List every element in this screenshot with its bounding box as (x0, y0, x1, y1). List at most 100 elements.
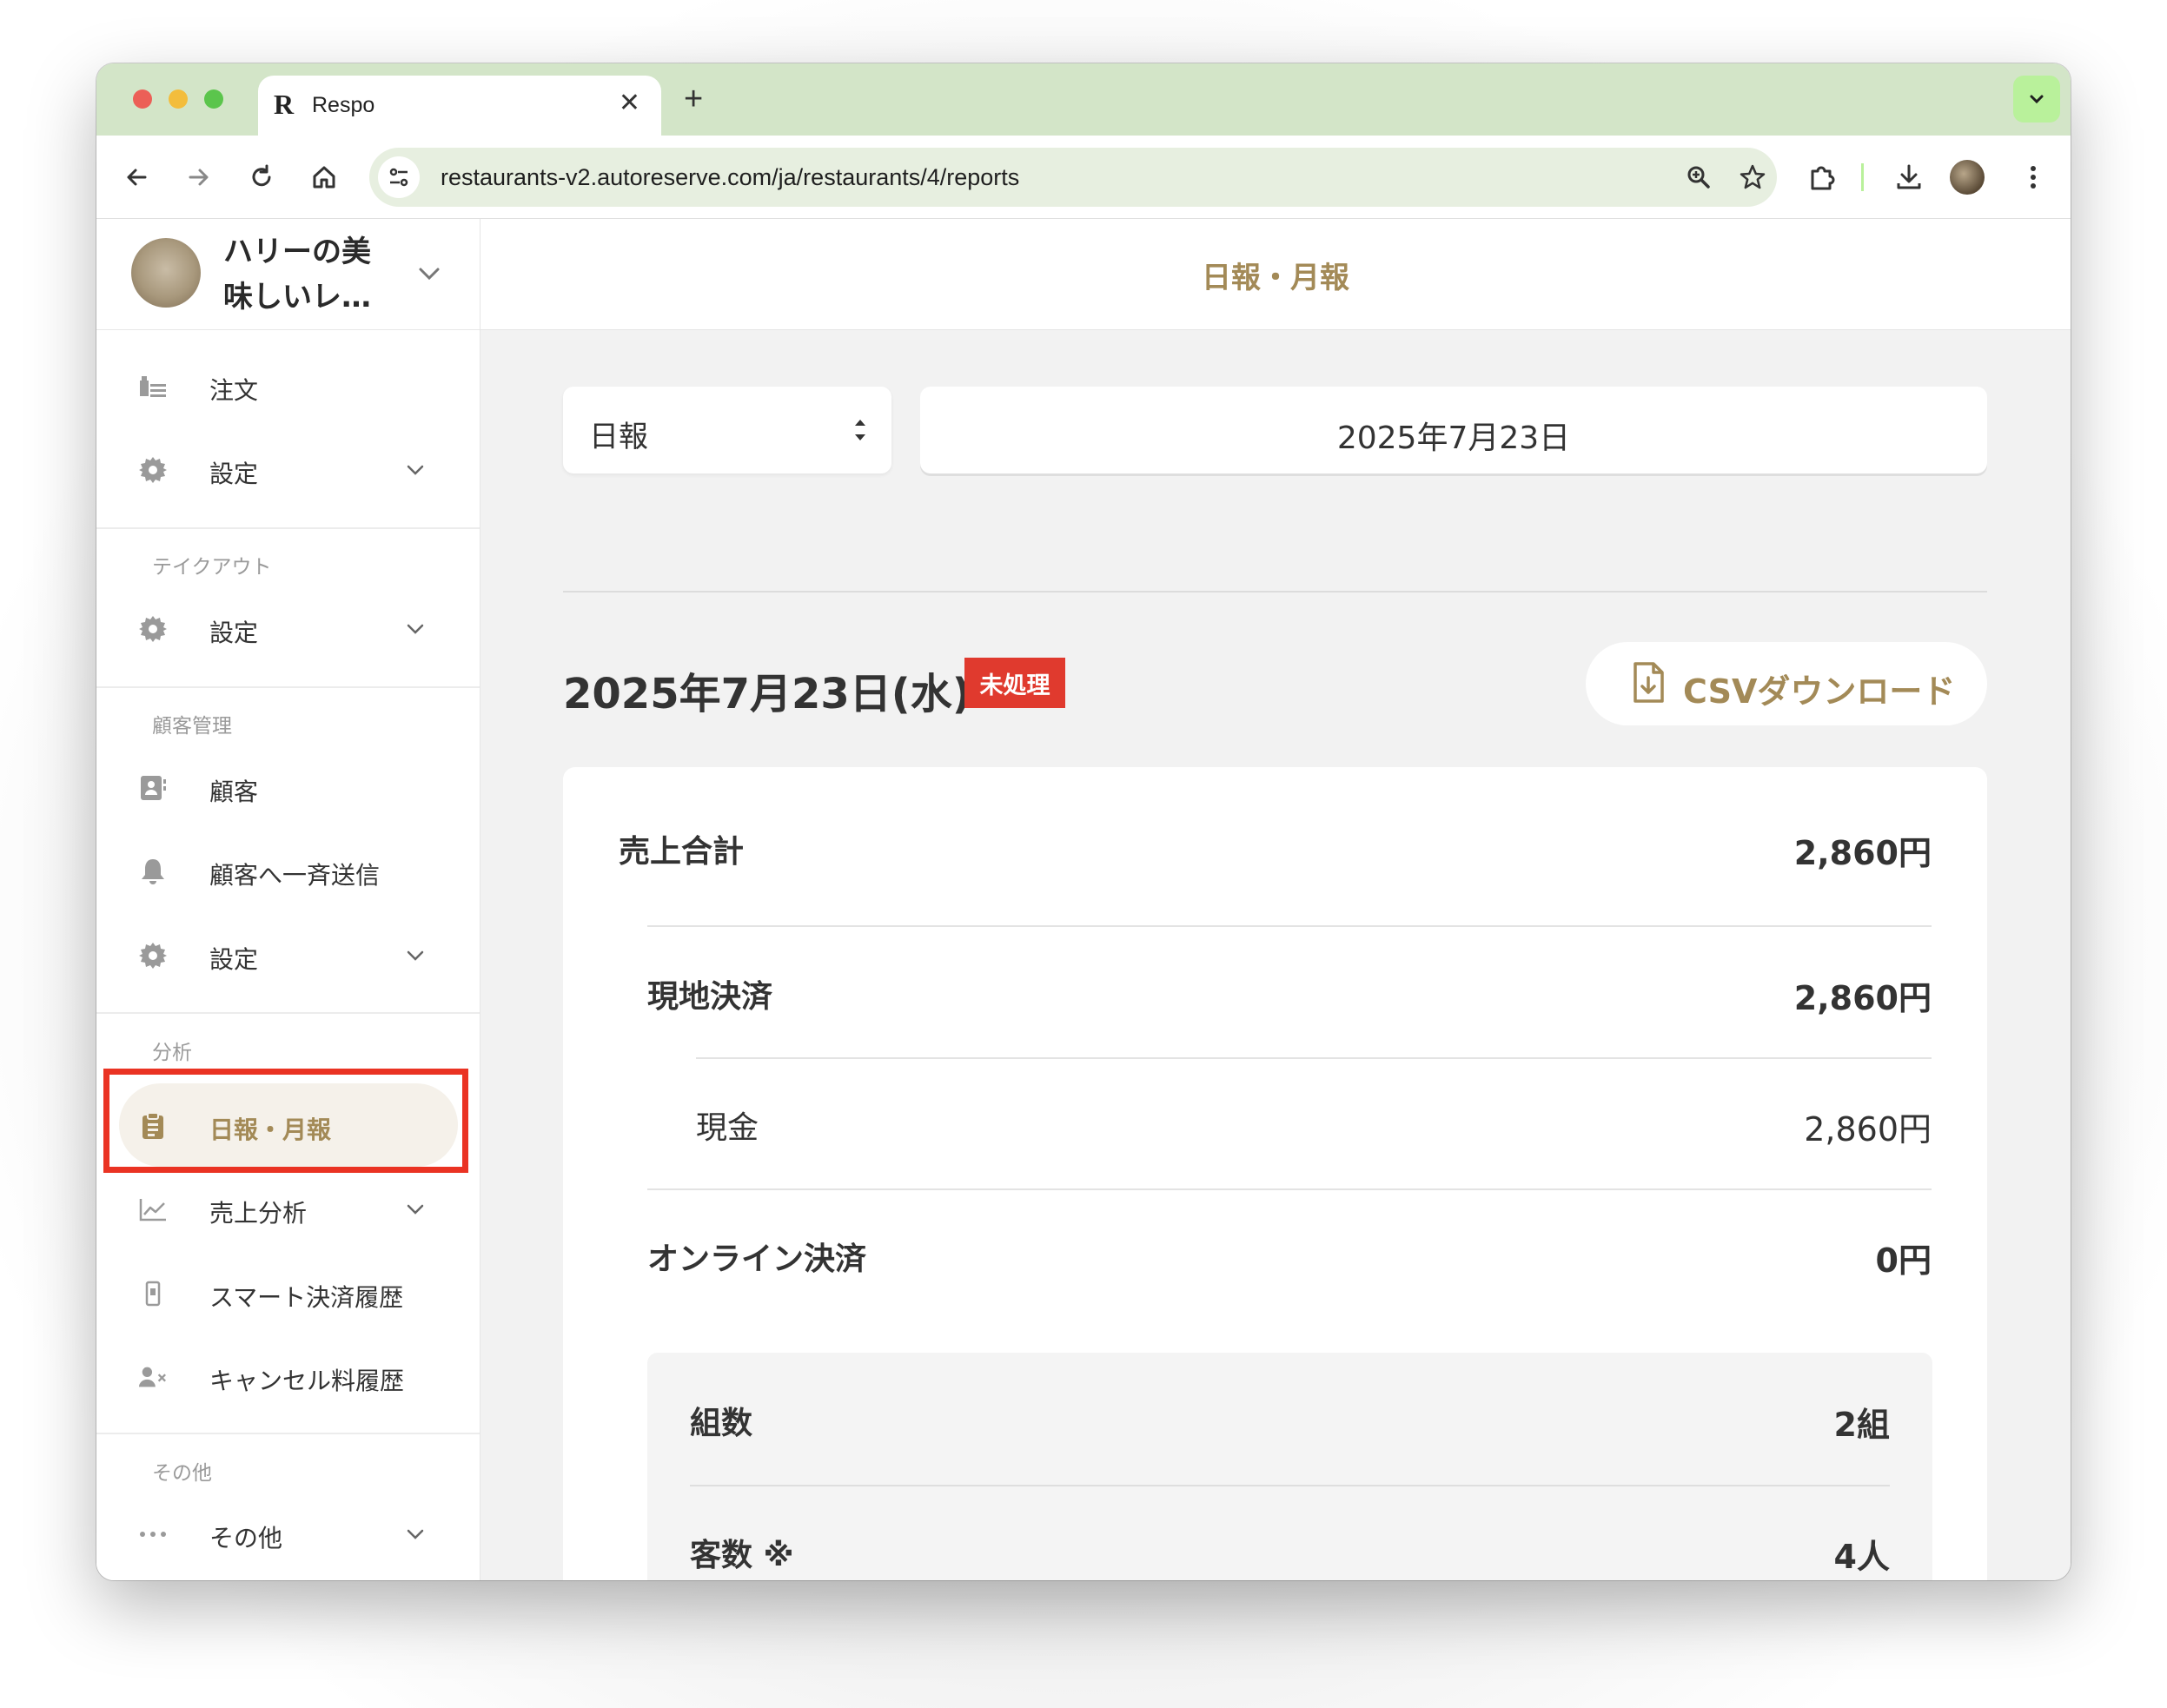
sidebar-item-broadcast[interactable]: 顧客へ一斉送信 (96, 836, 480, 905)
close-window-button[interactable] (133, 89, 152, 109)
sidebar-item-label: その他 (209, 1524, 283, 1552)
bell-icon (138, 857, 168, 886)
sidebar-item-label: 注文 (209, 376, 259, 405)
restaurant-name: ハリーの美 味しいレ… (223, 235, 371, 314)
more-vertical-icon (2031, 166, 2036, 189)
url-text: restaurants-v2.autoreserve.com/ja/restau… (441, 164, 1020, 190)
sidebar-item-label: 売上分析 (209, 1199, 308, 1228)
reload-button[interactable] (244, 160, 279, 195)
sidebar-item-takeout-settings[interactable]: 設定 (96, 593, 480, 663)
close-tab-icon[interactable]: ✕ (619, 88, 640, 118)
sidebar-item-other[interactable]: その他 (96, 1499, 480, 1568)
sidebar-item-label: 設定 (209, 460, 259, 488)
csv-download-button[interactable]: CSVダウンロード (1586, 642, 1987, 725)
highlight-annotation-box (103, 1069, 468, 1173)
star-icon (1740, 164, 1766, 189)
chart-line-icon (138, 1195, 168, 1224)
chevron-down-icon (407, 624, 424, 634)
sidebar-item-label: キャンセル料履歴 (209, 1367, 405, 1395)
reload-icon (252, 164, 271, 187)
section-other: その他 (152, 1462, 212, 1485)
sidebar-item-cancellation-fee-history[interactable]: キャンセル料履歴 (96, 1341, 480, 1411)
downloads-button[interactable] (1892, 160, 1926, 195)
cash-label: 現金 (696, 1110, 759, 1146)
chevron-down-icon (407, 950, 424, 961)
browser-window: R Respo ✕ + restaurants-v2.autoreserve.c… (96, 63, 2071, 1580)
groups-value: 2組 (1833, 1406, 1890, 1444)
visitor-stats-card: 組数 2組 客数 ※ 4人 (647, 1353, 1932, 1580)
onsite-payment-label: 現地決済 (647, 979, 773, 1015)
gear-icon (138, 941, 168, 970)
more-dots-icon (138, 1519, 168, 1549)
sidebar-divider (96, 686, 480, 688)
sidebar-item-label: スマート決済履歴 (209, 1283, 404, 1312)
arrow-left-icon (127, 169, 147, 186)
extensions-button[interactable] (1805, 160, 1839, 195)
sidebar-divider (96, 1012, 480, 1014)
online-payment-label: オンライン決済 (647, 1241, 867, 1277)
page-title: 日報・月報 (1202, 261, 1349, 295)
groups-label: 組数 (690, 1406, 753, 1441)
row-divider (690, 1485, 1890, 1486)
sidebar-item-label: 設定 (209, 619, 259, 647)
sidebar-item-customers[interactable]: 顧客 (96, 752, 480, 822)
receipt-icon (138, 372, 168, 401)
tab-title: Respo (312, 93, 375, 117)
restaurant-switcher[interactable]: ハリーの美 味しいレ… (96, 219, 480, 330)
tab-search-button[interactable] (2013, 76, 2060, 122)
zoom-button[interactable] (1681, 160, 1716, 195)
minimize-window-button[interactable] (169, 89, 188, 109)
sidebar-item-label: 顧客 (209, 778, 259, 806)
guests-value: 4人 (1833, 1538, 1890, 1576)
sidebar-item-orders[interactable]: 注文 (96, 351, 480, 420)
sidebar-divider (96, 527, 480, 529)
address-bar[interactable]: restaurants-v2.autoreserve.com/ja/restau… (369, 148, 1777, 207)
sidebar-item-smart-payment-history[interactable]: スマート決済履歴 (96, 1258, 480, 1327)
zoom-in-icon (1687, 166, 1710, 189)
file-download-icon (1634, 662, 1664, 703)
section-analytics: 分析 (152, 1042, 192, 1064)
sidebar-item-sales-analysis[interactable]: 売上分析 (96, 1174, 480, 1243)
row-divider (696, 1057, 1932, 1059)
new-tab-button[interactable]: + (684, 81, 703, 118)
chevron-down-icon (407, 465, 424, 475)
gear-icon (138, 614, 168, 644)
app-area: ハリーの美 味しいレ… 注文 設定 テイクアウト 設定 顧客管理 顧客 顧客へ一… (96, 219, 2071, 1580)
phone-icon (138, 1279, 168, 1308)
online-payment-value: 0円 (1875, 1241, 1932, 1280)
row-divider (647, 1188, 1932, 1190)
gear-icon (138, 455, 168, 485)
tune-icon (389, 168, 408, 187)
home-icon (313, 166, 335, 189)
row-divider (647, 925, 1932, 927)
total-sales-value: 2,860円 (1793, 834, 1932, 872)
download-icon (1897, 164, 1921, 189)
arrow-right-icon (189, 169, 209, 186)
user-cancel-icon (138, 1362, 168, 1392)
profile-avatar[interactable] (1950, 160, 1985, 195)
site-info-button[interactable] (378, 156, 420, 198)
maximize-window-button[interactable] (204, 89, 223, 109)
date-picker[interactable]: 2025年7月23日 (920, 387, 1987, 473)
bookmark-button[interactable] (1735, 160, 1770, 195)
forward-button[interactable] (182, 160, 216, 195)
browser-tab[interactable]: R Respo ✕ (258, 76, 661, 136)
home-button[interactable] (307, 160, 341, 195)
csv-download-label: CSVダウンロード (1683, 672, 1956, 711)
sidebar-item-label: 設定 (209, 945, 259, 974)
back-button[interactable] (119, 160, 154, 195)
browser-menu-button[interactable] (2016, 160, 2051, 195)
chevron-down-icon (407, 1529, 424, 1539)
toolbar-separator (1861, 163, 1864, 191)
sidebar-item-customer-settings[interactable]: 設定 (96, 920, 480, 990)
report-date-heading: 2025年7月23日(水) (563, 670, 971, 718)
report-period-select[interactable]: 日報 (563, 387, 891, 473)
sidebar-item-settings[interactable]: 設定 (96, 434, 480, 504)
section-customer-management: 顧客管理 (152, 715, 232, 738)
content-divider (563, 591, 1987, 593)
chevron-down-icon (419, 268, 440, 281)
chevron-down-icon (407, 1204, 424, 1215)
tab-strip: R Respo ✕ + (96, 63, 2071, 136)
onsite-payment-value: 2,860円 (1793, 979, 1932, 1017)
sidebar-divider (96, 1433, 480, 1434)
